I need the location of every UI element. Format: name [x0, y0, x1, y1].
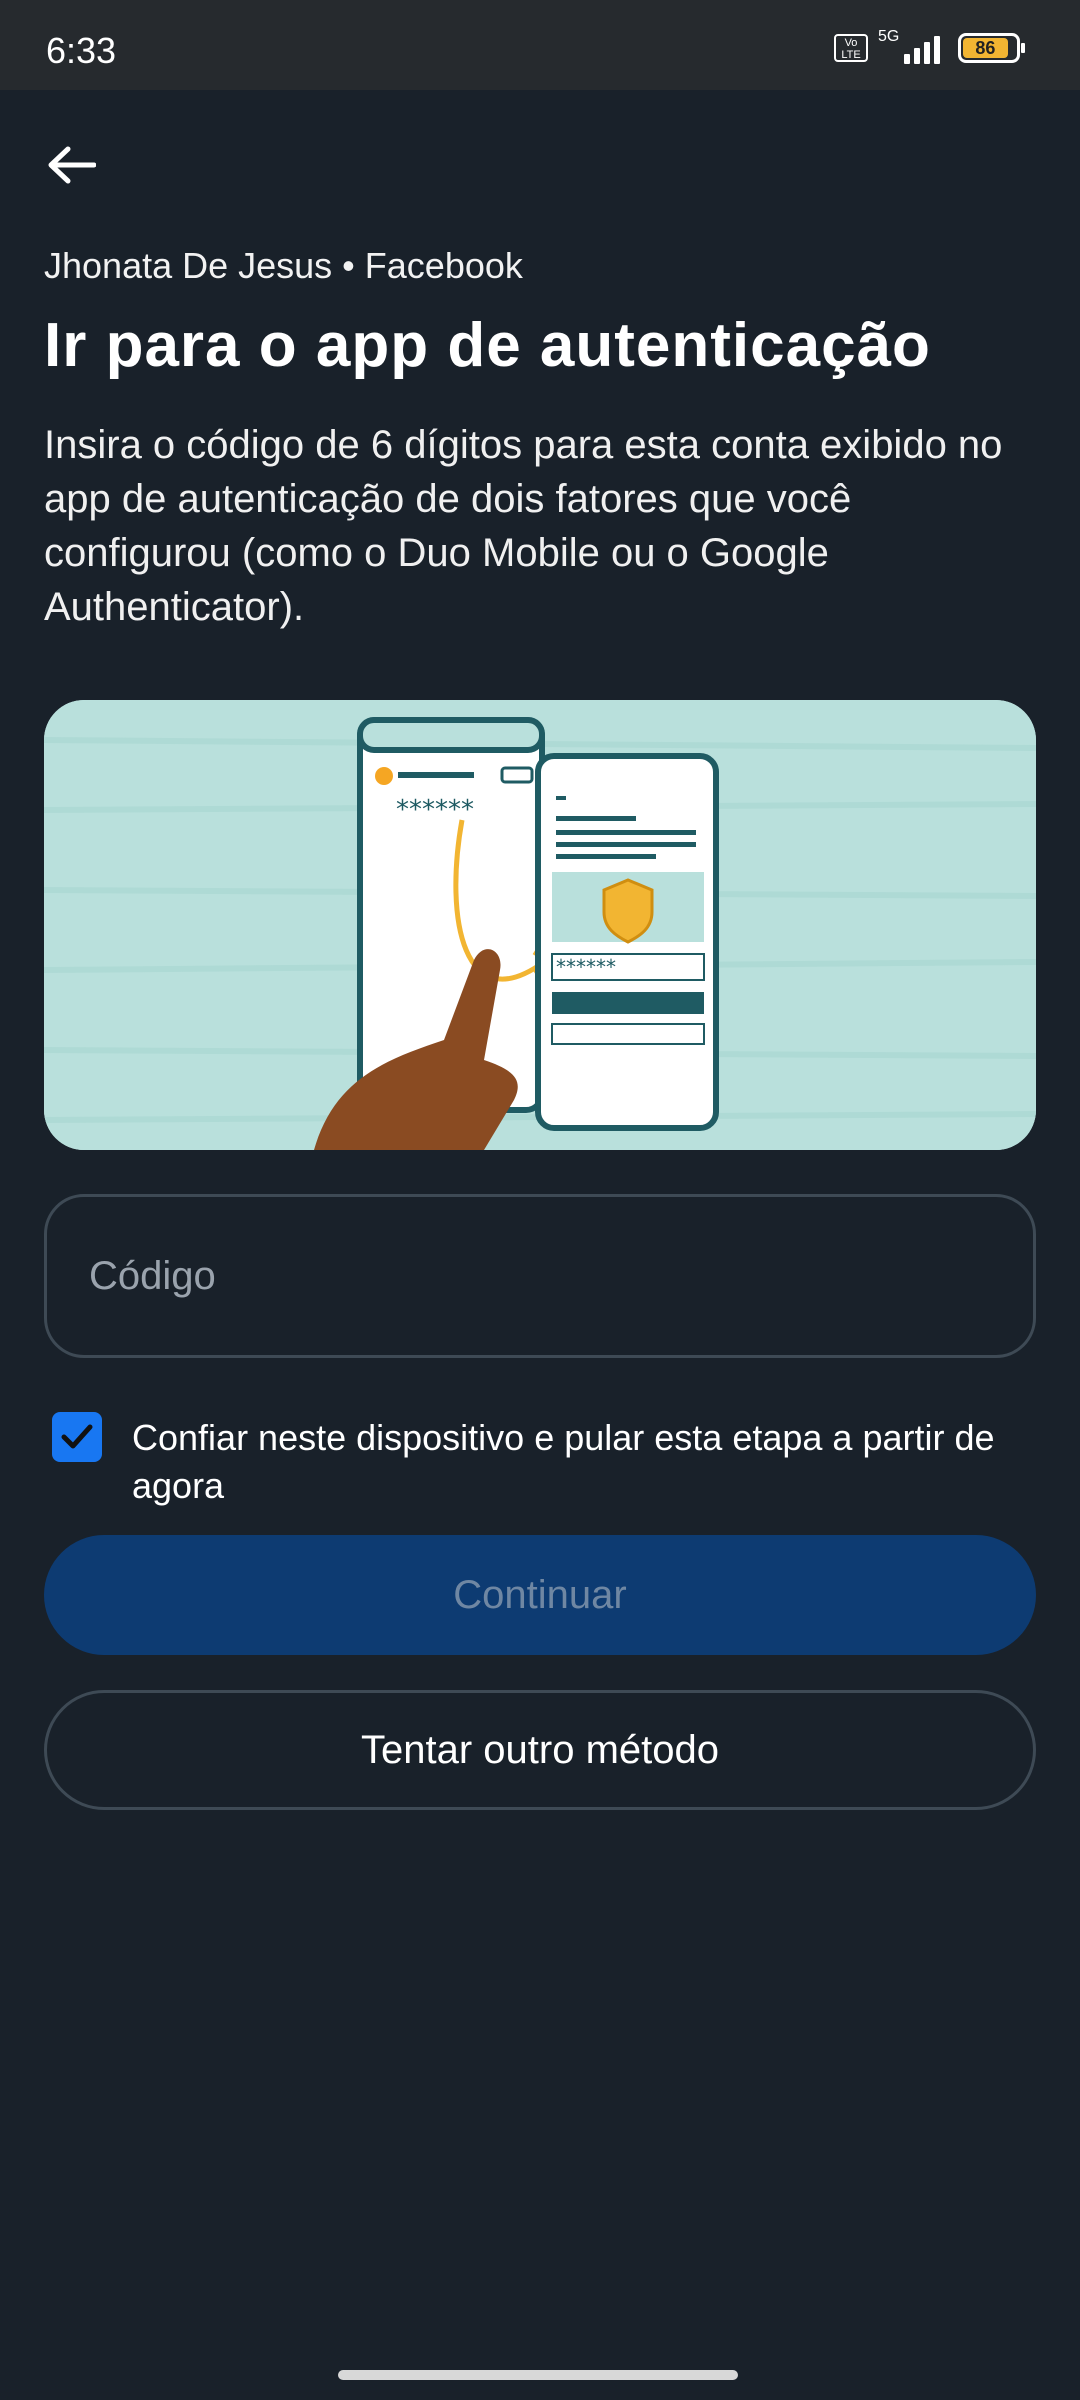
home-indicator[interactable]: [338, 2370, 738, 2380]
checkmark-icon: [61, 1424, 93, 1449]
signal-icon: 5G: [878, 28, 948, 66]
arrow-left-icon: [48, 146, 96, 184]
network-type: 5G: [878, 28, 900, 45]
battery-level: 86: [963, 38, 1008, 58]
page-title: Ir para o app de autenticação: [44, 311, 931, 380]
page-description: Insira o código de 6 dígitos para esta c…: [44, 423, 1003, 629]
authenticator-illustration: ****** ******: [44, 700, 1036, 1150]
account-label: Jhonata De Jesus • Facebook: [44, 245, 523, 286]
back-button[interactable]: [36, 130, 106, 200]
volte-icon: Vo LTE: [834, 34, 868, 62]
continue-button[interactable]: Continuar: [44, 1535, 1036, 1655]
try-other-method-button[interactable]: Tentar outro método: [44, 1690, 1036, 1810]
front-phone-code-mask: ******: [556, 955, 616, 979]
code-input[interactable]: [44, 1194, 1036, 1358]
trust-device-checkbox[interactable]: [52, 1412, 102, 1462]
trust-device-label: Confiar neste dispositivo e pular esta e…: [132, 1417, 995, 1506]
status-bar: 6:33 Vo LTE 5G 86: [0, 0, 1080, 90]
battery-icon: 86: [958, 33, 1025, 63]
status-icons: Vo LTE 5G 86: [834, 28, 1025, 68]
status-time: 6:33: [46, 30, 117, 71]
